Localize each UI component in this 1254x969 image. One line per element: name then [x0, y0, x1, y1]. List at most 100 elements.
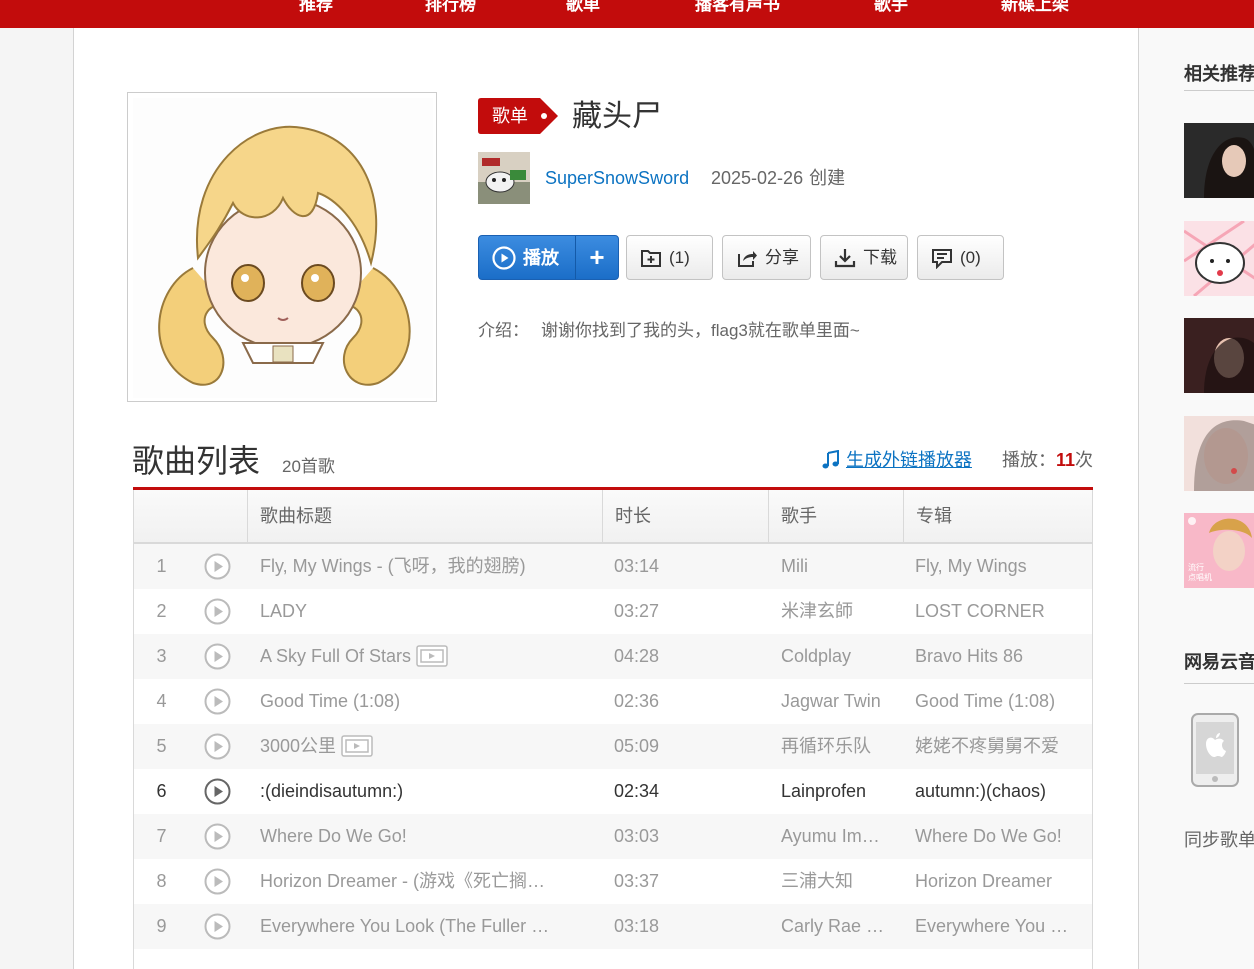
- song-title-link[interactable]: Where Do We Go!: [260, 814, 550, 859]
- song-artist-link[interactable]: Jagwar Twin: [781, 679, 891, 724]
- song-duration: 04:28: [614, 646, 660, 666]
- folder-add-icon: [641, 250, 661, 267]
- song-duration: 03:37: [614, 871, 660, 891]
- song-artist-link[interactable]: 米津玄師: [781, 589, 891, 634]
- song-row[interactable]: 1 Fly, My Wings - (飞呀，我的翅膀) 03:14 Mili Fly, …: [134, 544, 1092, 589]
- song-title-link[interactable]: Fly, My Wings - (飞呀，我的翅膀): [260, 544, 550, 589]
- play-song-icon[interactable]: [204, 553, 231, 580]
- song-artist-link[interactable]: 再循环乐队: [781, 724, 891, 769]
- song-duration: 02:34: [614, 781, 660, 801]
- play-button-label: 播放: [523, 248, 559, 268]
- play-song-icon[interactable]: [204, 913, 231, 940]
- nav-item-new-albums[interactable]: 新碟上架: [1001, 0, 1069, 20]
- playlist-badge-label: 歌单: [492, 106, 528, 126]
- mv-icon[interactable]: [416, 645, 448, 667]
- song-artist-link[interactable]: Carly Rae …: [781, 904, 891, 949]
- song-artist-link[interactable]: 三浦大知: [781, 859, 891, 904]
- add-to-playlist-button[interactable]: +: [576, 236, 618, 279]
- song-index: 5: [156, 736, 167, 756]
- song-artist-link[interactable]: Ayumu Im…: [781, 814, 891, 859]
- share-button[interactable]: 分享: [722, 235, 811, 280]
- song-title-link[interactable]: Horizon Dreamer - (游戏《死亡搁…: [260, 859, 550, 904]
- song-artist-link[interactable]: Lainprofen: [781, 769, 891, 814]
- song-album-link[interactable]: Good Time (1:08): [915, 679, 1075, 724]
- play-count-unit: 次: [1075, 450, 1094, 470]
- song-album-link[interactable]: Bravo Hits 86: [915, 634, 1075, 679]
- song-title: LADY: [260, 601, 308, 621]
- play-count-value: 11: [1056, 450, 1076, 470]
- song-title-link[interactable]: LADY: [260, 589, 550, 634]
- related-divider: [1184, 90, 1254, 91]
- creator-avatar[interactable]: [478, 152, 530, 204]
- comment-button[interactable]: (0): [917, 235, 1004, 280]
- phone-apple-icon[interactable]: [1191, 713, 1239, 787]
- song-artist-link[interactable]: Coldplay: [781, 634, 891, 679]
- song-title-link[interactable]: 3000公里: [260, 724, 550, 769]
- download-button[interactable]: 下载: [820, 235, 908, 280]
- song-title: Everywhere You Look (The Fuller …: [260, 916, 550, 936]
- song-row[interactable]: 2 LADY 03:27 米津玄師 LOST CORNER: [134, 589, 1092, 634]
- play-all-button[interactable]: 播放 +: [478, 235, 619, 280]
- song-album-link[interactable]: Fly, My Wings: [915, 544, 1075, 589]
- song-title-link[interactable]: :(dieindisautumn:): [260, 769, 550, 814]
- song-index: 3: [156, 646, 167, 666]
- song-duration: 02:36: [614, 691, 660, 711]
- related-playlist-thumb[interactable]: [1184, 221, 1254, 296]
- mv-icon[interactable]: [341, 735, 373, 757]
- song-index: 1: [156, 556, 167, 576]
- song-row[interactable]: 6:(dieindisautumn:) 02:34 Lainprofen autumn…: [134, 769, 1092, 814]
- song-album-link[interactable]: Horizon Dreamer: [915, 859, 1075, 904]
- song-album-link[interactable]: LOST CORNER: [915, 589, 1075, 634]
- song-row[interactable]: 7 Where Do We Go! 03:03 Ayumu Im… Where Do W…: [134, 814, 1092, 859]
- play-song-icon[interactable]: [204, 733, 231, 760]
- nav-item-artists[interactable]: 歌手: [874, 0, 908, 20]
- song-title-link[interactable]: Good Time (1:08): [260, 679, 550, 724]
- header-title: 歌曲标题: [247, 490, 602, 542]
- song-album-link[interactable]: autumn:)(chaos): [915, 769, 1075, 814]
- play-song-icon[interactable]: [204, 868, 231, 895]
- song-row[interactable]: 5 3000公里 05:09 再循环乐队 姥姥不疼舅舅不爱: [134, 724, 1092, 769]
- header-duration: 时长: [602, 490, 768, 542]
- song-row[interactable]: 8 Horizon Dreamer - (游戏《死亡搁… 03:37 三浦大知 Hori…: [134, 859, 1092, 904]
- share-label: 分享: [765, 248, 799, 267]
- song-row[interactable]: 3 A Sky Full Of Stars 04:28 Coldplay Bravo H…: [134, 634, 1092, 679]
- related-playlist-thumb[interactable]: 流行 点唱机: [1184, 513, 1254, 588]
- play-song-icon[interactable]: [204, 598, 231, 625]
- song-artist-link[interactable]: Mili: [781, 544, 891, 589]
- play-song-icon[interactable]: [204, 643, 231, 670]
- song-index: 2: [156, 601, 167, 621]
- play-song-icon[interactable]: [204, 778, 231, 805]
- external-player-link[interactable]: 生成外链播放器: [821, 448, 972, 472]
- song-title-link[interactable]: Everywhere You Look (The Fuller …: [260, 904, 550, 949]
- nav-item-recommend[interactable]: 推荐: [299, 0, 333, 20]
- related-playlist-thumb[interactable]: [1184, 123, 1254, 198]
- song-title: 3000公里: [260, 736, 337, 756]
- song-title: Horizon Dreamer - (游戏《死亡搁…: [260, 871, 546, 891]
- song-row[interactable]: 9 Everywhere You Look (The Fuller … 03:18 C…: [134, 904, 1092, 949]
- song-index: 8: [156, 871, 167, 891]
- nav-item-playlists[interactable]: 歌单: [566, 0, 600, 20]
- song-album-link[interactable]: Everywhere You …: [915, 904, 1075, 949]
- play-song-icon[interactable]: [204, 688, 231, 715]
- song-row[interactable]: 4 Good Time (1:08) 02:36 Jagwar Twin Good Ti…: [134, 679, 1092, 724]
- music-note-icon: [822, 450, 839, 469]
- related-playlist-thumb[interactable]: [1184, 318, 1254, 393]
- song-duration: 03:03: [614, 826, 660, 846]
- play-song-icon[interactable]: [204, 823, 231, 850]
- play-circle-icon: [492, 246, 516, 270]
- song-title-link[interactable]: A Sky Full Of Stars: [260, 634, 550, 679]
- creator-name-link[interactable]: SuperSnowSword: [545, 166, 689, 190]
- download-icon: [834, 249, 856, 268]
- sync-playlist-text: 同步歌单: [1184, 830, 1254, 850]
- nav-item-charts[interactable]: 排行榜: [425, 0, 476, 20]
- song-table-header: 歌曲标题 时长 歌手 专辑: [134, 490, 1092, 544]
- song-album-link[interactable]: Where Do We Go!: [915, 814, 1075, 859]
- song-album-link[interactable]: 姥姥不疼舅舅不爱: [915, 724, 1075, 769]
- play-button-main[interactable]: 播放: [479, 236, 575, 279]
- related-playlist-thumb[interactable]: [1184, 416, 1254, 491]
- header-album: 专辑: [903, 490, 1092, 542]
- song-index: 7: [156, 826, 167, 846]
- nav-item-podcasts[interactable]: 播客有声书: [695, 0, 780, 20]
- comment-icon: [932, 249, 952, 269]
- collect-button[interactable]: (1): [626, 235, 713, 280]
